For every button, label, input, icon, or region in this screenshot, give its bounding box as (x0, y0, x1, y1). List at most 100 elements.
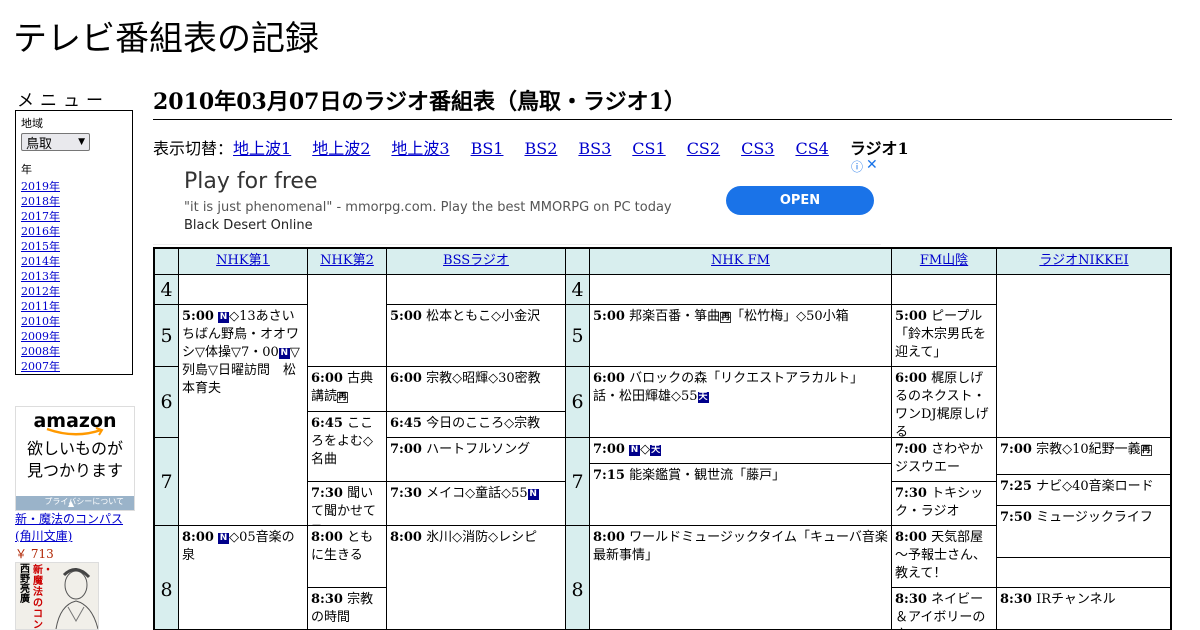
channel-header: NHK FM (589, 248, 892, 275)
program-time: 8:30 (311, 592, 343, 607)
channel-header: NHK第2 (307, 248, 387, 275)
switch-link-bs2[interactable]: BS2 (524, 139, 557, 158)
amazon-message-2: 見つかります (26, 461, 123, 480)
amazon-message-1: 欲しいものが (26, 439, 123, 458)
channel-link-nhkfm[interactable]: NHK FM (711, 253, 770, 268)
program-time: 7:30 (895, 486, 927, 501)
channel-link-fmsanin[interactable]: FM山陰 (920, 253, 968, 268)
year-link[interactable]: 2013年 (21, 270, 60, 283)
program-cell: 6:45 今日のこころ◇宗教 (386, 411, 566, 438)
year-link[interactable]: 2007年 (21, 360, 60, 373)
book-cover-author: 西野亮廣 (20, 564, 30, 605)
program-time: 8:30 (895, 592, 927, 607)
switch-link-cs1[interactable]: CS1 (632, 139, 665, 158)
program-cell: 8:00 氷川◇消防◇レシピ (386, 525, 566, 629)
switch-link-chijo3[interactable]: 地上波3 (391, 139, 449, 158)
year-link[interactable]: 2012年 (21, 285, 60, 298)
program-cell: 5:00 N ◇13あさいちばん野鳥・オオワシ▽体操▽7・00 N ▽列島▽日曜訪問 … (178, 304, 308, 526)
year-link[interactable]: 2011年 (21, 300, 60, 313)
program-cell: 5:00 邦楽百番・箏曲再「松竹梅」◇50小箱 (589, 304, 892, 367)
year-link[interactable]: 2009年 (21, 330, 60, 343)
switch-link-cs3[interactable]: CS3 (741, 139, 774, 158)
region-select[interactable]: 鳥取 ▼ (21, 133, 90, 152)
program-cell: 8:30 IRチャンネル (996, 587, 1170, 629)
channel-switch-bar: 表示切替：地上波1 地上波2 地上波3 BS1 BS2 BS3 CS1 CS2 CS3 CS4 ラジ… (153, 135, 909, 159)
year-link[interactable]: 2015年 (21, 240, 60, 253)
switch-link-chijo1[interactable]: 地上波1 (233, 139, 291, 158)
program-cell: 7:30 メイコ◇童話◇55 N (386, 481, 566, 526)
switch-link-cs4[interactable]: CS4 (795, 139, 828, 158)
program-cell: 8:30 宗教の時間 (307, 587, 387, 629)
switch-link-chijo2[interactable]: 地上波2 (312, 139, 370, 158)
program-title: 「松竹梅」◇50小箱 (731, 309, 849, 324)
year-link[interactable]: 2008年 (21, 345, 60, 358)
book-title-link[interactable]: 新・魔法のコンパス (角川文庫) (15, 511, 140, 545)
channel-link-bss[interactable]: BSSラジオ (443, 253, 509, 268)
program-cell: 7:00 ハートフルソング (386, 437, 566, 482)
program-cell: 8:00 天気部屋～予報士さん、教えて！ (891, 525, 997, 588)
ad-description: "it is just phenomenal" - mmorpg.com. Pl… (184, 199, 704, 235)
info-icon[interactable]: ⓘ (851, 158, 863, 175)
program-cell: 7:00 N ◇天 (589, 437, 892, 464)
book-cover-image[interactable]: 西野亮廣 新・魔法のコンパス (15, 562, 99, 630)
news-badge-icon: N (629, 445, 641, 456)
chevron-down-icon: ▼ (78, 137, 85, 147)
year-link[interactable]: 2017年 (21, 210, 60, 223)
ad-open-button[interactable]: OPEN (726, 186, 874, 215)
switch-link-bs1[interactable]: BS1 (471, 139, 504, 158)
program-title: メイコ◇童話◇55 (426, 486, 528, 501)
hour-label: 7 (565, 437, 590, 526)
program-time: 6:00 (390, 371, 422, 386)
channel-link-radionikkei[interactable]: ラジオNIKKEI (1039, 253, 1128, 268)
header-corner-mid (565, 248, 590, 275)
region-label: 地域 (21, 117, 43, 130)
header-corner-left (154, 248, 179, 275)
year-link[interactable]: 2016年 (21, 225, 60, 238)
region-select-value: 鳥取 (26, 136, 53, 152)
year-link[interactable]: 2019年 (21, 180, 60, 193)
program-title: 氷川◇消防◇レシピ (426, 530, 538, 545)
channel-header: ラジオNIKKEI (996, 248, 1170, 275)
program-cell: 6:00 宗教◇昭輝◇30密教 (386, 366, 566, 412)
program-time: 6:45 (390, 416, 422, 431)
channel-link-nhk1[interactable]: NHK第1 (216, 253, 270, 268)
program-time: 6:00 (593, 371, 625, 386)
hour-label: 8 (154, 525, 179, 629)
channel-header: BSSラジオ (386, 248, 566, 275)
ad-description-text: "it is just phenomenal" - mmorpg.com. Pl… (184, 200, 672, 215)
program-time: 8:00 (593, 530, 625, 545)
ad-banner[interactable]: Play for free "it is just phenomenal" - … (153, 157, 881, 245)
close-icon[interactable]: ✕ (866, 157, 878, 173)
program-time: 7:00 (390, 442, 422, 457)
news-badge-icon: N (218, 533, 230, 544)
program-title: ワールドミュージックタイム「キューバ音楽最新事情」 (593, 530, 888, 563)
program-time: 5:00 (182, 309, 214, 324)
program-time: 6:45 (311, 416, 343, 431)
program-title: 宗教◇昭輝◇30密教 (426, 371, 541, 386)
program-time: 8:00 (182, 530, 214, 545)
program-cell: 7:30 トキシック・ラジオ (891, 481, 997, 526)
program-cell: 7:00 さわやかジスウエー (891, 437, 997, 482)
switch-link-bs3[interactable]: BS3 (578, 139, 611, 158)
program-time: 6:00 (895, 371, 927, 386)
program-cell: 7:15 能楽鑑賞・観世流「藤戸」 (589, 463, 892, 526)
year-link[interactable]: 2010年 (21, 315, 60, 328)
channel-link-nhk2[interactable]: NHK第2 (320, 253, 374, 268)
program-time: 7:25 (1000, 479, 1032, 494)
program-cell-empty (996, 557, 1170, 588)
privacy-link[interactable]: プライバシーについて (16, 496, 134, 510)
program-cell: 7:25 ナビ◇40音楽ロード (996, 474, 1170, 506)
program-time: 7:30 (390, 486, 422, 501)
hour-label: 5 (154, 304, 179, 367)
year-link[interactable]: 2018年 (21, 195, 60, 208)
year-link[interactable]: 2014年 (21, 255, 60, 268)
switch-link-cs2[interactable]: CS2 (687, 139, 720, 158)
program-cell-empty (891, 274, 997, 305)
program-time: 8:00 (311, 530, 343, 545)
amazon-ad[interactable]: amazon 欲しいものが 見つかります プライバシーについて ▲ (15, 406, 135, 511)
program-title: 能楽鑑賞・観世流「藤戸」 (629, 468, 786, 483)
program-title: ハートフルソング (426, 442, 531, 457)
program-cell-empty (996, 274, 1170, 438)
program-cell: 8:00 N ◇05音楽の泉 (178, 525, 308, 629)
program-cell: 6:45 こころをよむ◇名曲 (307, 411, 387, 482)
